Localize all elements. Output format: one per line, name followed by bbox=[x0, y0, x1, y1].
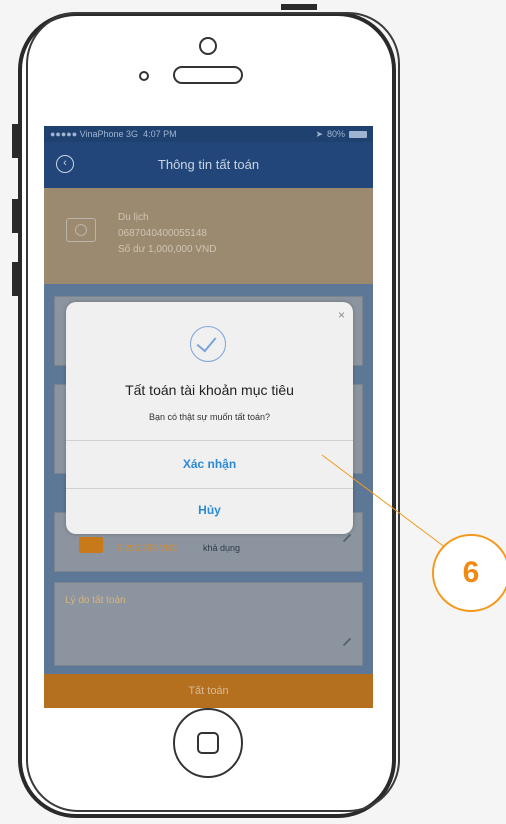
volume-down-button bbox=[12, 262, 18, 296]
nav-bar: ‹ Thông tin tất toán bbox=[44, 142, 373, 188]
time-label: 4:07 PM bbox=[143, 129, 177, 139]
home-button[interactable] bbox=[173, 708, 243, 778]
volume-up-button bbox=[12, 199, 18, 233]
front-camera bbox=[199, 37, 217, 55]
page-title: Thông tin tất toán bbox=[157, 157, 260, 172]
confirm-button[interactable]: Xác nhận bbox=[66, 444, 353, 484]
camera-icon bbox=[66, 218, 96, 242]
reason-label: Lý do tất toán bbox=[65, 595, 126, 606]
account-balance: Số dư 1,000,000 VND bbox=[118, 244, 217, 255]
battery-label: 80% bbox=[326, 129, 345, 139]
edit-pencil-icon[interactable] bbox=[342, 637, 352, 647]
dialog-message: Bạn có thật sự muốn tất toán? bbox=[148, 412, 271, 422]
settle-button[interactable]: Tất toán bbox=[44, 674, 373, 708]
close-icon[interactable]: × bbox=[338, 308, 345, 322]
callout-number-badge: 6 bbox=[432, 534, 506, 612]
account-number: 0687040400055148 bbox=[118, 228, 207, 239]
check-circle-icon bbox=[190, 326, 226, 362]
app-screen: ●●●●● VinaPhone 3G 4:07 PM ➤ 80% ‹ Thông… bbox=[44, 126, 373, 708]
reason-panel: Lý do tất toán bbox=[54, 582, 363, 666]
account-card: Du lịch 0687040400055148 Số dư 1,000,000… bbox=[44, 188, 373, 284]
source-account-available: khả dụng bbox=[203, 543, 241, 553]
status-right: ➤ 80% bbox=[315, 129, 367, 140]
divider bbox=[66, 440, 353, 441]
dialog-title: Tất toán tài khoản mục tiêu bbox=[125, 382, 294, 398]
earpiece-speaker bbox=[173, 66, 243, 84]
edit-pencil-icon[interactable] bbox=[342, 533, 352, 543]
carrier-label: ●●●●● VinaPhone 3G bbox=[50, 129, 139, 139]
power-button bbox=[281, 4, 317, 10]
wallet-icon bbox=[79, 537, 103, 553]
divider bbox=[66, 488, 353, 489]
mute-switch bbox=[12, 124, 18, 158]
location-icon: ➤ bbox=[315, 128, 323, 139]
account-info: Du lịch 0687040400055148 Số dư 1,000,000… bbox=[118, 210, 216, 258]
battery-icon bbox=[349, 130, 367, 138]
proximity-sensor bbox=[139, 71, 149, 81]
cancel-button[interactable]: Hủy bbox=[66, 490, 353, 530]
confirm-dialog: × Tất toán tài khoản mục tiêu Bạn có thậ… bbox=[66, 302, 353, 534]
carrier-time: ●●●●● VinaPhone 3G 4:07 PM bbox=[50, 129, 315, 139]
status-bar: ●●●●● VinaPhone 3G 4:07 PM ➤ 80% bbox=[44, 126, 373, 142]
source-account-amount: 9,296,795 VND bbox=[117, 543, 179, 553]
home-square-icon bbox=[197, 732, 219, 754]
account-name: Du lịch bbox=[118, 212, 149, 223]
